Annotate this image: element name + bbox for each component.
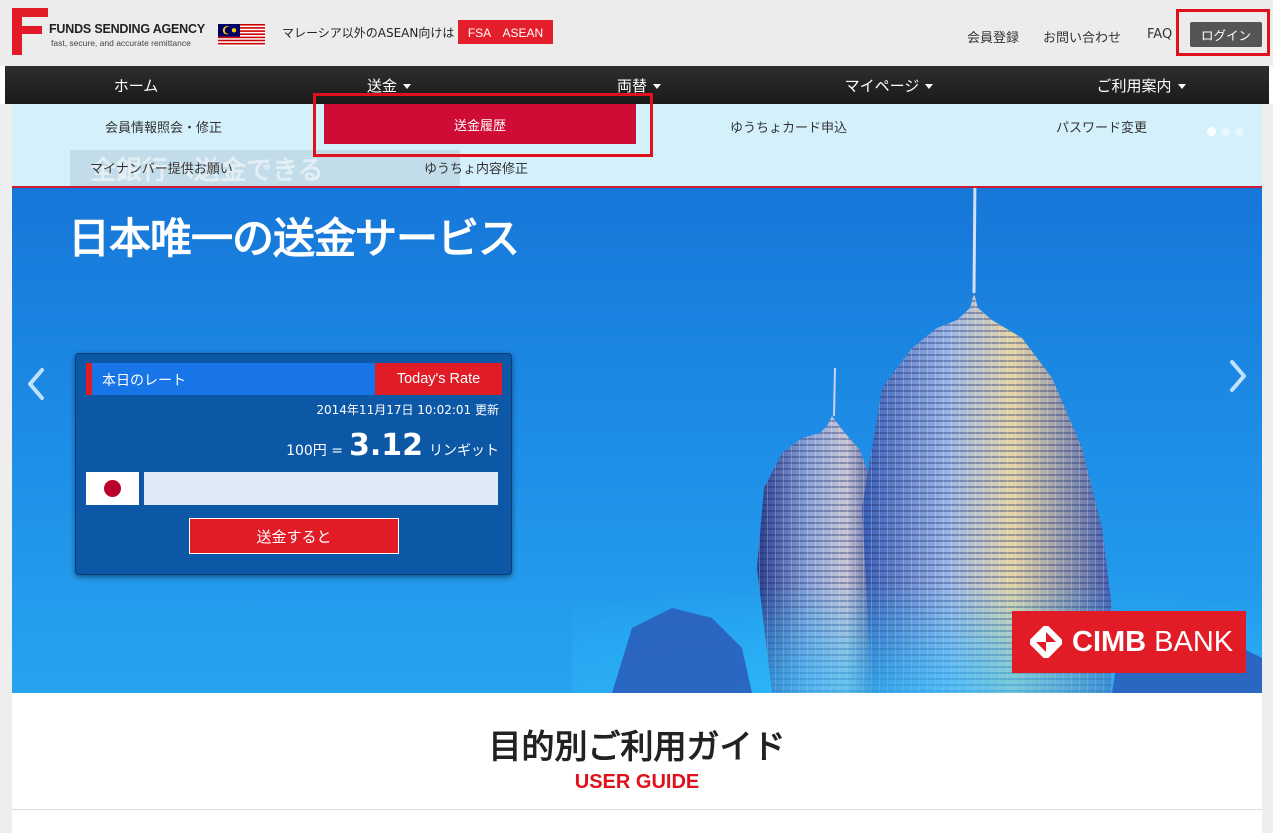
register-link[interactable]: 会員登録 (967, 27, 1019, 46)
amount-input[interactable] (144, 472, 498, 505)
asean-notice-text: マレーシア以外のASEAN向けは (282, 26, 455, 40)
carousel-dot[interactable] (1221, 127, 1230, 136)
caret-down-icon (653, 83, 661, 89)
logo-f-mark-icon (12, 8, 48, 55)
rate-header-label: 本日のレート (102, 373, 186, 389)
page-right-margin (1262, 104, 1273, 833)
carousel-dot[interactable] (1235, 127, 1244, 136)
carousel-prev-arrow-icon[interactable] (26, 366, 46, 402)
site-logo[interactable]: FUNDS SENDING AGENCY fast, secure, and a… (12, 8, 217, 56)
page-left-margin (0, 104, 12, 833)
caret-down-icon (1177, 83, 1186, 89)
exchange-rate-widget: 本日のレート Today's Rate 2014年11月17日 10:02:01… (75, 353, 512, 575)
logo-tagline: fast, secure, and accurate remittance (51, 38, 191, 48)
submenu-yucho-edit[interactable]: ゆうちょ内容修正 (424, 158, 528, 177)
send-calc-button[interactable]: 送金すると (189, 518, 399, 554)
logo-name: FUNDS SENDING AGENCY (49, 22, 205, 36)
fsa-asean-button[interactable]: FSA ASEAN (458, 20, 553, 44)
nav-mypage-label: マイページ (844, 76, 920, 95)
carousel-dot[interactable] (1207, 127, 1216, 136)
carousel-dots (1207, 121, 1249, 140)
guide-subtitle: USER GUIDE (574, 771, 700, 793)
malaysia-flag-icon (218, 24, 265, 46)
cimb-bank-logo: CIMB BANK (1012, 611, 1246, 673)
nav-mypage[interactable]: マイページ (788, 66, 990, 104)
guide-title: 目的別ご利用ガイド (488, 727, 786, 766)
rate-unit: リンギット (429, 443, 499, 459)
login-highlight-box (1176, 9, 1270, 56)
remittance-history-highlight-box (313, 93, 653, 157)
rate-value: 3.12 (348, 428, 423, 463)
nav-home-label: ホーム (113, 76, 159, 95)
contact-link[interactable]: お問い合わせ (1043, 27, 1121, 46)
rate-base: 100円 = (286, 443, 343, 459)
nav-home[interactable]: ホーム (35, 66, 237, 104)
submenu-password-change[interactable]: パスワード変更 (1056, 117, 1147, 136)
guide-divider (12, 809, 1262, 810)
todays-rate-tab[interactable]: Today's Rate (375, 363, 502, 395)
nav-guide-label: ご利用案内 (1096, 76, 1172, 95)
submenu-member-info[interactable]: 会員情報照会・修正 (105, 117, 222, 136)
hero-title: 日本唯一の送金サービス (68, 214, 520, 263)
carousel-next-arrow-icon[interactable] (1228, 358, 1248, 394)
submenu-yucho-card[interactable]: ゆうちょカード申込 (730, 117, 847, 136)
rate-value-line: 100円 = 3.12 リンギット (286, 428, 499, 463)
cimb-mark-icon (1030, 626, 1062, 658)
submenu-my-number[interactable]: マイナンバー提供お願い (90, 158, 233, 177)
faq-link[interactable]: FAQ (1147, 27, 1172, 42)
rate-updated-time: 2014年11月17日 10:02:01 更新 (316, 403, 499, 417)
rate-header: 本日のレート (86, 363, 375, 395)
cimb-bank-name: CIMB BANK (1072, 625, 1234, 658)
japan-flag-icon (86, 472, 139, 505)
nav-guide[interactable]: ご利用案内 (1040, 66, 1242, 104)
caret-down-icon (925, 83, 934, 89)
site-header: FUNDS SENDING AGENCY fast, secure, and a… (0, 0, 1273, 66)
caret-down-icon (403, 83, 411, 89)
